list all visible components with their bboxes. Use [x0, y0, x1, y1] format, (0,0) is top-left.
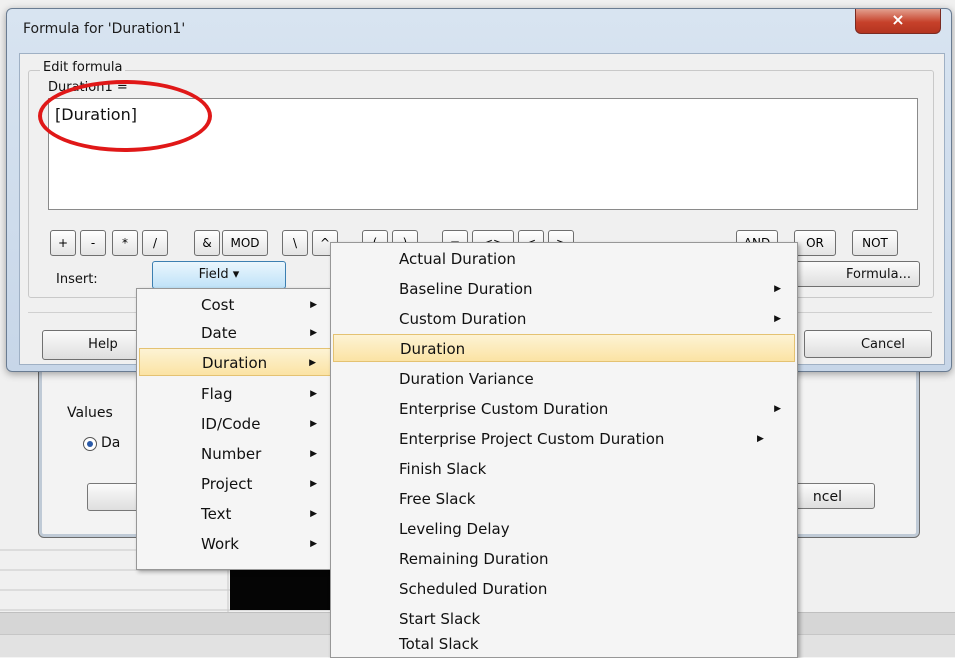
submenu-arrow-icon: ▶ [774, 284, 781, 294]
operator-mod-button[interactable]: MOD [222, 230, 268, 256]
submenu-arrow-icon: ▶ [774, 404, 781, 414]
submenu-arrow-icon: ▶ [310, 509, 317, 519]
insert-formula-button[interactable]: Formula... [790, 261, 920, 287]
menu-item-label: Duration Variance [399, 370, 534, 388]
submenu-item-baseline-duration[interactable]: Baseline Duration ▶ [333, 275, 795, 303]
submenu-arrow-icon: ▶ [310, 479, 317, 489]
operator-not-button[interactable]: NOT [852, 230, 898, 256]
operator-or-button[interactable]: OR [794, 230, 836, 256]
submenu-item-scheduled-duration[interactable]: Scheduled Duration [333, 575, 795, 603]
radio-dot [87, 441, 93, 447]
operator-ampersand-button[interactable]: & [194, 230, 220, 256]
menu-item-project[interactable]: Project ▶ [139, 470, 331, 498]
field-menu: Cost ▶ Date ▶ Duration ▶ Flag ▶ ID/Code ▶ Num… [136, 288, 334, 570]
menu-item-label: Leveling Delay [399, 520, 510, 538]
submenu-arrow-icon: ▶ [310, 449, 317, 459]
menu-item-number[interactable]: Number ▶ [139, 440, 331, 468]
menu-item-label: Total Slack [399, 635, 479, 653]
menu-item-label: Enterprise Project Custom Duration [399, 430, 665, 448]
menu-item-label: Custom Duration [399, 310, 527, 328]
submenu-item-start-slack[interactable]: Start Slack [333, 605, 795, 633]
menu-item-label: Text [201, 505, 232, 523]
menu-item-label: Baseline Duration [399, 280, 533, 298]
submenu-item-actual-duration[interactable]: Actual Duration [333, 245, 795, 273]
submenu-arrow-icon: ▶ [774, 314, 781, 324]
cancel-button[interactable]: Cancel [804, 330, 932, 358]
submenu-arrow-icon: ▶ [310, 300, 317, 310]
insert-label: Insert: [56, 272, 98, 287]
menu-item-label: Enterprise Custom Duration [399, 400, 609, 418]
menu-item-id-code[interactable]: ID/Code ▶ [139, 410, 331, 438]
submenu-item-custom-duration[interactable]: Custom Duration ▶ [333, 305, 795, 333]
operator-divide-button[interactable]: / [142, 230, 168, 256]
submenu-arrow-icon: ▶ [757, 434, 764, 444]
menu-item-label: Date [201, 324, 237, 342]
submenu-arrow-icon: ▶ [310, 419, 317, 429]
submenu-item-finish-slack[interactable]: Finish Slack [333, 455, 795, 483]
close-button[interactable]: × [855, 9, 941, 34]
radio-button[interactable] [83, 437, 97, 451]
menu-item-label: Duration [202, 354, 268, 372]
menu-item-label: Start Slack [399, 610, 481, 628]
menu-item-date[interactable]: Date ▶ [139, 319, 331, 347]
duration-submenu: Actual Duration Baseline Duration ▶ Custo… [330, 242, 798, 658]
field-dropdown-button[interactable]: Field ▾ [152, 261, 286, 289]
submenu-item-duration-variance[interactable]: Duration Variance [333, 365, 795, 393]
menu-item-label: Scheduled Duration [399, 580, 548, 598]
annotation-circle [38, 80, 212, 152]
menu-item-label: Actual Duration [399, 250, 516, 268]
submenu-arrow-icon: ▶ [310, 328, 317, 338]
submenu-item-duration[interactable]: Duration [333, 334, 795, 362]
submenu-item-free-slack[interactable]: Free Slack [333, 485, 795, 513]
menu-item-label: Cost [201, 296, 235, 314]
submenu-item-enterprise-project-custom-duration[interactable]: Enterprise Project Custom Duration ▶ [333, 425, 795, 453]
operator-plus-button[interactable]: + [50, 230, 76, 256]
menu-item-label: Flag [201, 385, 233, 403]
operator-multiply-button[interactable]: * [112, 230, 138, 256]
menu-item-cost[interactable]: Cost ▶ [139, 291, 331, 319]
submenu-item-enterprise-custom-duration[interactable]: Enterprise Custom Duration ▶ [333, 395, 795, 423]
menu-item-flag[interactable]: Flag ▶ [139, 380, 331, 408]
menu-item-work[interactable]: Work ▶ [139, 530, 331, 558]
operator-minus-button[interactable]: - [80, 230, 106, 256]
menu-item-text[interactable]: Text ▶ [139, 500, 331, 528]
menu-item-label: Finish Slack [399, 460, 487, 478]
menu-item-label: ID/Code [201, 415, 261, 433]
submenu-item-total-slack[interactable]: Total Slack [333, 633, 795, 655]
operator-backslash-button[interactable]: \ [282, 230, 308, 256]
menu-item-label: Work [201, 535, 239, 553]
menu-item-label: Project [201, 475, 253, 493]
submenu-arrow-icon: ▶ [310, 389, 317, 399]
menu-item-duration[interactable]: Duration ▶ [139, 348, 331, 376]
submenu-item-remaining-duration[interactable]: Remaining Duration [333, 545, 795, 573]
dialog-title: Formula for 'Duration1' [23, 21, 186, 37]
edit-formula-label: Edit formula [40, 60, 126, 75]
menu-item-label: Remaining Duration [399, 550, 549, 568]
menu-item-label: Number [201, 445, 262, 463]
submenu-arrow-icon: ▶ [309, 358, 316, 368]
menu-item-label: Duration [400, 340, 466, 358]
radio-label: Da [101, 435, 121, 451]
submenu-arrow-icon: ▶ [310, 539, 317, 549]
menu-item-label: Free Slack [399, 490, 476, 508]
values-label: Values [67, 405, 113, 421]
submenu-item-leveling-delay[interactable]: Leveling Delay [333, 515, 795, 543]
